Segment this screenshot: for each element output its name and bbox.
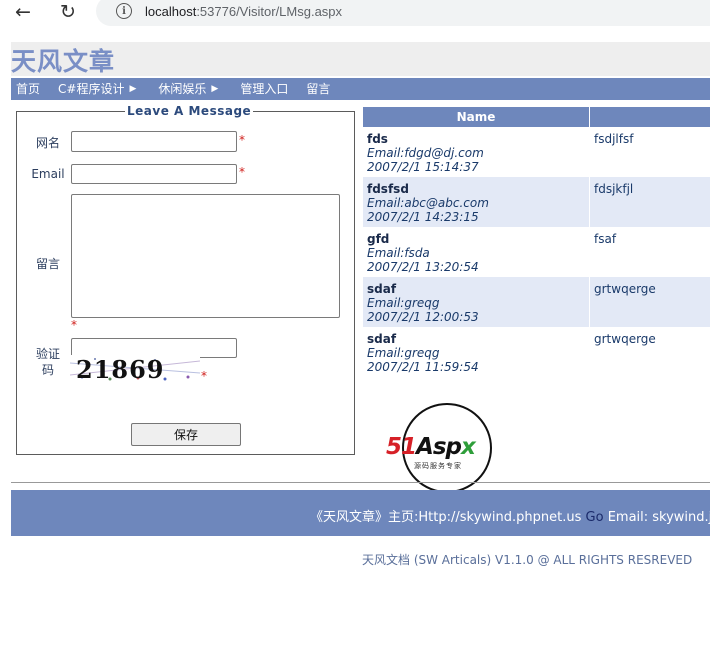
message-content: fdsjkfjl [594, 182, 634, 196]
menu-item-csharp[interactable]: C#程序设计 ▶ [53, 78, 141, 100]
required-mark: * [71, 318, 77, 332]
main-menu: 首页 C#程序设计 ▶ 休闲娱乐 ▶ 管理入口 留言 [11, 78, 710, 100]
message-time: 2007/2/1 12:00:53 [367, 310, 479, 324]
message-content: grtwqerge [594, 332, 656, 346]
message-content: fsdjlfsf [594, 132, 634, 146]
site-info-icon[interactable]: i [116, 3, 132, 19]
message-time: 2007/2/1 13:20:54 [367, 260, 479, 274]
homepage-link[interactable]: 《天风文章》主页:Http://skywind.phpnet.us [310, 510, 581, 525]
message-author: sdaf [367, 332, 397, 346]
table-row: fdsfsd Email:abc@abc.com 2007/2/1 14:23:… [363, 177, 710, 227]
message-email: Email:abc@abc.com [367, 196, 489, 210]
column-header-name: Name [363, 107, 590, 127]
table-header: Name [363, 107, 710, 127]
message-email: Email:greqg [367, 296, 440, 310]
message-meta: sdaf Email:greqg 2007/2/1 11:59:54 [363, 327, 590, 377]
table-row: fds Email:fdgd@dj.com 2007/2/1 15:14:37 … [363, 127, 710, 177]
footer-text: 《天风文章》主页:Http://skywind.phpnet.us Go Ema… [310, 506, 710, 525]
table-row: sdaf Email:greqg 2007/2/1 11:59:54 grtwq… [363, 327, 710, 377]
captcha-label: 验证码 [35, 347, 60, 377]
menu-item-admin[interactable]: 管理入口 [235, 78, 293, 100]
url-path: :53776/Visitor/LMsg.aspx [196, 4, 343, 19]
message-meta: gfd Email:fsda 2007/2/1 13:20:54 [363, 227, 590, 277]
menu-item-home[interactable]: 首页 [11, 78, 45, 100]
message-meta: fdsfsd Email:abc@abc.com 2007/2/1 14:23:… [363, 177, 590, 227]
message-textarea[interactable] [71, 194, 340, 318]
menu-item-guestbook[interactable]: 留言 [301, 78, 335, 100]
required-mark: * [239, 133, 245, 147]
browser-toolbar: ← ↻ i localhost:53776/Visitor/LMsg.aspx [0, 0, 710, 28]
message-content: grtwqerge [594, 282, 656, 296]
messages-table: Name fds Email:fdgd@dj.com 2007/2/1 15:1… [363, 107, 710, 377]
message-time: 2007/2/1 15:14:37 [367, 160, 479, 174]
logo-x: x [460, 434, 476, 460]
go-link[interactable]: Go [586, 510, 604, 525]
table-row: sdaf Email:greqg 2007/2/1 12:00:53 grtwq… [363, 277, 710, 327]
url-host: localhost [145, 4, 197, 19]
site-header: 天风文章 [11, 42, 710, 76]
51aspx-logo[interactable]: 51Aspx 源码服务专家 [386, 402, 514, 494]
message-email: Email:fdgd@dj.com [367, 146, 484, 160]
message-email: Email:greqg [367, 346, 440, 360]
email-input[interactable] [71, 164, 237, 184]
captcha-text: 21869 [76, 355, 165, 382]
back-arrow-icon[interactable]: ← [9, 0, 37, 24]
logo-asp: Asp [416, 434, 462, 460]
save-button[interactable]: 保存 [131, 423, 241, 446]
logo-subtitle: 源码服务专家 [414, 462, 462, 470]
name-input[interactable] [71, 131, 237, 152]
captcha-image: 21869 [70, 355, 200, 382]
submenu-arrow-icon: ▶ [129, 83, 137, 94]
site-title: 天风文章 [11, 47, 116, 76]
copyright-text: 天风文档 (SW Articals) V1.1.0 @ ALL RIGHTS R… [362, 553, 693, 567]
divider [11, 482, 710, 483]
logo-51: 51 [386, 434, 417, 460]
message-content: fsaf [594, 232, 617, 246]
message-author: sdaf [367, 282, 397, 296]
form-legend: Leave A Message [127, 104, 252, 118]
logo-wordmark: 51Aspx [386, 434, 476, 460]
message-meta: sdaf Email:greqg 2007/2/1 12:00:53 [363, 277, 590, 327]
name-label: 网名 [35, 136, 60, 150]
message-email: Email:fsda [367, 246, 430, 260]
url-text[interactable]: localhost:53776/Visitor/LMsg.aspx [145, 4, 342, 19]
message-label: 留言 [35, 257, 60, 271]
menu-label: 管理入口 [240, 81, 289, 96]
message-time: 2007/2/1 14:23:15 [367, 210, 479, 224]
message-author: gfd [367, 232, 390, 246]
menu-label: C#程序设计 [58, 81, 125, 96]
menu-label: 休闲娱乐 [158, 81, 207, 96]
message-time: 2007/2/1 11:59:54 [367, 360, 479, 374]
message-author: fdsfsd [367, 182, 409, 196]
footer-email: Email: skywind.jin@gmail.com [607, 510, 710, 525]
footer-bar: 《天风文章》主页:Http://skywind.phpnet.us Go Ema… [11, 490, 710, 536]
reload-icon[interactable]: ↻ [54, 0, 82, 24]
submenu-arrow-icon: ▶ [211, 83, 219, 94]
email-label: Email [31, 167, 65, 181]
menu-label: 首页 [16, 81, 41, 96]
message-meta: fds Email:fdgd@dj.com 2007/2/1 15:14:37 [363, 127, 590, 177]
message-author: fds [367, 132, 388, 146]
required-mark: * [239, 165, 245, 179]
table-row: gfd Email:fsda 2007/2/1 13:20:54 fsaf [363, 227, 710, 277]
menu-label: 留言 [306, 81, 331, 96]
required-mark: * [201, 369, 207, 383]
menu-item-leisure[interactable]: 休闲娱乐 ▶ [153, 78, 223, 100]
